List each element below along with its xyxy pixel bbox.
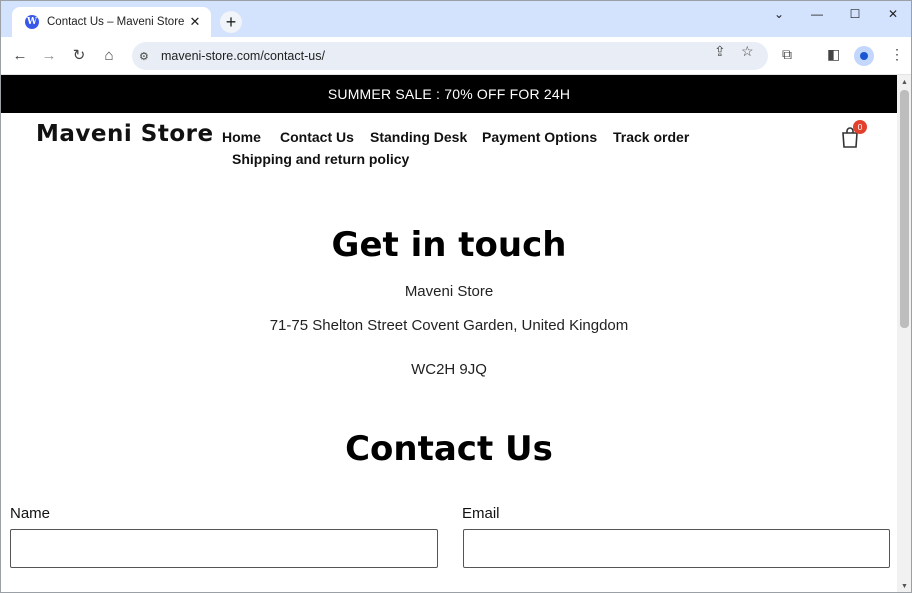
company-name: Maveni Store bbox=[404, 283, 494, 300]
url-text[interactable]: maveni-store.com/contact-us/ bbox=[161, 49, 325, 63]
tab-search-icon[interactable]: ⌄ bbox=[769, 7, 789, 21]
side-panel-icon[interactable]: ◧ bbox=[827, 46, 840, 63]
email-input[interactable] bbox=[463, 529, 890, 568]
announcement-bar: SUMMER SALE : 70% OFF FOR 24H bbox=[1, 75, 897, 113]
close-tab-icon[interactable]: ✕ bbox=[187, 14, 203, 30]
nav-contact-us[interactable]: Contact Us bbox=[280, 129, 354, 145]
nav-standing-desk[interactable]: Standing Desk bbox=[370, 129, 467, 145]
get-in-touch-heading: Get in touch bbox=[331, 225, 567, 265]
nav-payment-options[interactable]: Payment Options bbox=[482, 129, 597, 145]
nav-home[interactable]: Home bbox=[222, 129, 261, 145]
browser-window: W Contact Us – Maveni Store ✕ + ⌄ — ☐ ✕ … bbox=[0, 0, 912, 593]
new-tab-button[interactable]: + bbox=[220, 11, 242, 33]
address-bar[interactable]: ⚙ maveni-store.com/contact-us/ bbox=[132, 42, 768, 70]
scroll-down-icon[interactable]: ▼ bbox=[901, 583, 908, 590]
forward-icon[interactable]: → bbox=[39, 46, 59, 66]
wordpress-favicon-icon: W bbox=[25, 15, 39, 29]
profile-icon[interactable] bbox=[854, 46, 874, 66]
page-scrollbar[interactable]: ▲ ▼ bbox=[897, 75, 911, 592]
site-logo[interactable]: Maveni Store bbox=[36, 121, 214, 147]
scroll-thumb[interactable] bbox=[900, 90, 909, 328]
name-label: Name bbox=[10, 505, 51, 522]
street-address: 71-75 Shelton Street Covent Garden, Unit… bbox=[269, 317, 629, 334]
back-icon[interactable]: ← bbox=[10, 46, 30, 66]
reload-icon[interactable]: ↻ bbox=[69, 46, 89, 66]
postcode: WC2H 9JQ bbox=[411, 361, 487, 378]
cart-count-badge: 0 bbox=[853, 120, 867, 134]
name-input[interactable] bbox=[10, 529, 438, 568]
nav-shipping-policy[interactable]: Shipping and return policy bbox=[232, 151, 409, 167]
maximize-icon[interactable]: ☐ bbox=[845, 7, 865, 21]
scroll-up-icon[interactable]: ▲ bbox=[901, 79, 908, 86]
nav-track-order[interactable]: Track order bbox=[613, 129, 689, 145]
tab-contact-us[interactable]: W Contact Us – Maveni Store ✕ bbox=[12, 7, 211, 37]
menu-icon[interactable]: ⋮ bbox=[890, 46, 904, 63]
star-icon[interactable]: ☆ bbox=[741, 43, 754, 60]
home-icon[interactable]: ⌂ bbox=[99, 46, 119, 66]
contact-us-heading: Contact Us bbox=[345, 429, 553, 469]
tab-title: Contact Us – Maveni Store bbox=[47, 16, 185, 28]
extensions-icon[interactable]: ⧉ bbox=[782, 46, 792, 63]
page-viewport: SUMMER SALE : 70% OFF FOR 24H Maveni Sto… bbox=[1, 75, 897, 592]
tab-strip: W Contact Us – Maveni Store ✕ + ⌄ — ☐ ✕ bbox=[1, 1, 911, 37]
share-icon[interactable]: ⇪ bbox=[714, 43, 726, 60]
browser-toolbar: ← → ↻ ⌂ ⚙ maveni-store.com/contact-us/ ⇪… bbox=[1, 37, 911, 75]
site-info-icon[interactable]: ⚙ bbox=[139, 50, 153, 63]
minimize-icon[interactable]: — bbox=[807, 7, 827, 21]
close-window-icon[interactable]: ✕ bbox=[883, 7, 903, 21]
email-label: Email bbox=[462, 505, 500, 522]
